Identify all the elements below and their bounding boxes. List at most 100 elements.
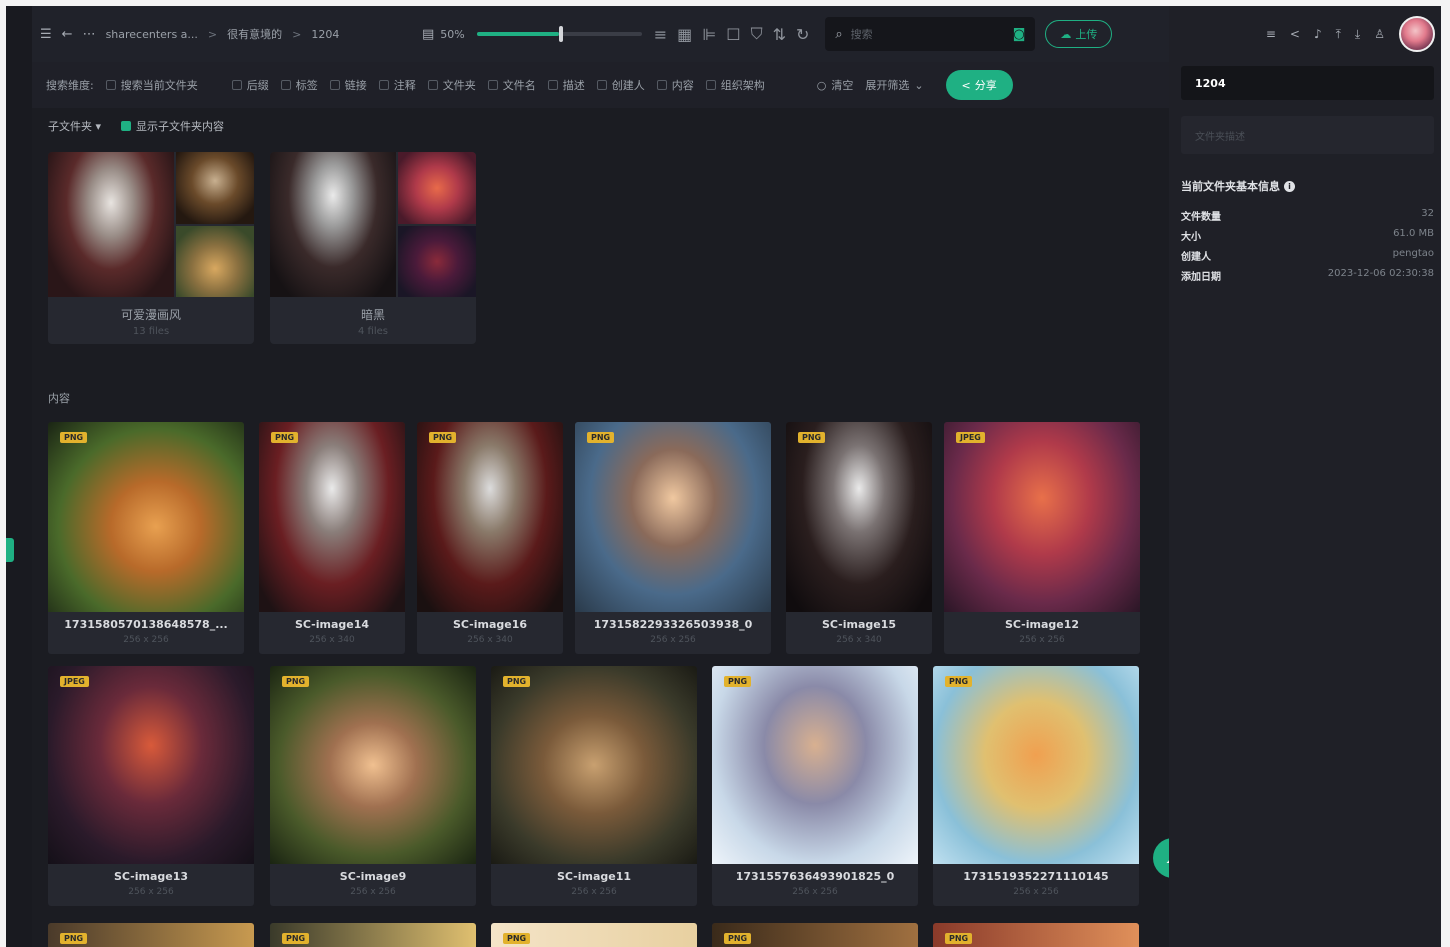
folder-description-field[interactable]: 文件夹描述 xyxy=(1181,116,1434,154)
image-card[interactable]: PNG SC-image16 256 x 340 xyxy=(417,422,563,654)
image-thumbnail[interactable] xyxy=(48,422,244,612)
checkbox[interactable] xyxy=(705,80,716,90)
chevron-down-icon: ⌄ xyxy=(914,78,924,92)
filter-option[interactable]: 注释 xyxy=(378,77,416,93)
image-card[interactable]: PNG xyxy=(712,923,918,947)
filter-icon[interactable]: ⛉ xyxy=(751,24,763,44)
filter-option[interactable]: 组织架构 xyxy=(705,77,765,93)
filter-option[interactable]: 后缀 xyxy=(231,77,269,93)
filter-option[interactable]: 文件名 xyxy=(487,77,536,93)
checkbox[interactable] xyxy=(280,80,291,90)
share-icon: < xyxy=(961,78,971,92)
image-card[interactable]: PNG 1731582293326503938_0 256 x 256 xyxy=(575,422,771,654)
breadcrumb-root[interactable]: sharecenters a... xyxy=(106,28,198,41)
avatar[interactable] xyxy=(1399,16,1435,52)
file-type-badge: JPEG xyxy=(60,676,89,687)
checkbox[interactable] xyxy=(378,80,389,90)
image-card[interactable]: PNG SC-image9 256 x 256 xyxy=(270,666,476,906)
bell-icon[interactable]: ♪ xyxy=(1314,27,1322,41)
camera-icon[interactable]: ◙ xyxy=(1013,27,1026,42)
checkbox[interactable] xyxy=(329,80,340,90)
image-dimensions: 256 x 256 xyxy=(123,635,169,645)
image-card[interactable]: PNG SC-image15 256 x 340 xyxy=(786,422,932,654)
image-card[interactable]: PNG 1731580570138648578_... 256 x 256 xyxy=(48,422,244,654)
folder-card[interactable]: 可爱漫画风 13 files xyxy=(48,152,254,344)
image-thumbnail[interactable] xyxy=(259,422,405,612)
checkbox[interactable] xyxy=(656,80,667,90)
filter-option-label: 注释 xyxy=(393,79,416,92)
refresh-icon[interactable]: ↻ xyxy=(796,24,809,44)
upload-icon[interactable]: ⤒ xyxy=(1336,27,1341,42)
image-card[interactable]: PNG SC-image11 256 x 256 xyxy=(491,666,697,906)
filter-option[interactable]: 内容 xyxy=(656,77,694,93)
checkbox[interactable] xyxy=(231,80,242,90)
folder-thumbnail xyxy=(176,152,254,224)
sort-icon[interactable]: ⇅ xyxy=(773,24,786,44)
clear-icon: ○ xyxy=(816,78,827,92)
image-card[interactable]: PNG xyxy=(48,923,254,947)
back-arrow-icon[interactable]: ← xyxy=(62,27,73,42)
image-thumbnail[interactable] xyxy=(712,666,918,864)
image-thumbnail[interactable] xyxy=(491,666,697,864)
filter-current-folder[interactable]: 搜索当前文件夹 xyxy=(105,77,198,93)
image-card[interactable]: PNG xyxy=(270,923,476,947)
checkbox[interactable] xyxy=(487,80,498,90)
image-card[interactable]: PNG SC-image14 256 x 340 xyxy=(259,422,405,654)
breadcrumb-current: 1204 xyxy=(311,27,340,41)
image-name: SC-image9 xyxy=(339,870,407,883)
checkbox[interactable] xyxy=(596,80,607,90)
checkbox[interactable] xyxy=(121,121,132,131)
image-card[interactable]: JPEG SC-image13 256 x 256 xyxy=(48,666,254,906)
clear-filters-button[interactable]: ○ 清空 xyxy=(817,77,854,93)
grid-view-icon[interactable]: ▦ xyxy=(677,24,692,44)
filter-option-label: 文件名 xyxy=(502,79,536,92)
zoom-slider[interactable] xyxy=(476,26,642,42)
show-subfolder-content-toggle[interactable]: 显示子文件夹内容 xyxy=(121,118,224,134)
image-thumbnail[interactable] xyxy=(944,422,1140,612)
align-icon[interactable]: ⊫ xyxy=(702,24,716,44)
checkbox[interactable] xyxy=(105,80,116,90)
upload-button[interactable]: ☁ 上传 xyxy=(1045,20,1113,48)
image-thumbnail[interactable] xyxy=(575,422,771,612)
image-thumbnail[interactable] xyxy=(417,422,563,612)
image-card[interactable]: PNG xyxy=(933,923,1139,947)
image-thumbnail[interactable] xyxy=(786,422,932,612)
filter-option[interactable]: 文件夹 xyxy=(427,77,476,93)
share-icon[interactable]: < xyxy=(1290,27,1300,41)
download-icon[interactable]: ⤓ xyxy=(1355,27,1360,42)
save-icon[interactable]: ▤ xyxy=(422,27,434,42)
image-card[interactable]: PNG 1731557636493901825_0 256 x 256 xyxy=(712,666,918,906)
list-icon[interactable]: ≡ xyxy=(1266,27,1276,41)
more-icon[interactable]: ⋯ xyxy=(83,27,96,42)
filter-option-label: 组织架构 xyxy=(720,79,765,92)
rail-active-marker[interactable] xyxy=(6,538,14,562)
image-thumbnail[interactable] xyxy=(933,666,1139,864)
filter-option[interactable]: 描述 xyxy=(547,77,585,93)
filter-option[interactable]: 创建人 xyxy=(596,77,645,93)
zoom-slider-thumb[interactable] xyxy=(559,26,564,42)
image-card[interactable]: PNG xyxy=(491,923,697,947)
image-thumbnail[interactable] xyxy=(48,666,254,864)
subfolder-dropdown[interactable]: 子文件夹 ▾ xyxy=(48,118,101,134)
filter-option[interactable]: 链接 xyxy=(329,77,367,93)
search-box[interactable]: ⌕ ◙ xyxy=(825,17,1036,51)
expand-filters-button[interactable]: 展开筛选 ⌄ xyxy=(865,77,923,93)
image-thumbnail[interactable] xyxy=(270,666,476,864)
info-key: 大小 xyxy=(1181,232,1201,243)
sidebar-toggle-icon[interactable]: ☰ xyxy=(40,27,52,42)
info-icon[interactable]: i xyxy=(1284,180,1295,192)
filter-option[interactable]: 标签 xyxy=(280,77,318,93)
expand-filters-label: 展开筛选 xyxy=(865,79,910,92)
share-button[interactable]: < 分享 xyxy=(945,70,1013,100)
checkbox[interactable] xyxy=(547,80,558,90)
checkbox[interactable] xyxy=(427,80,438,90)
folder-card[interactable]: 暗黑 4 files xyxy=(270,152,476,344)
select-box-icon[interactable]: ☐ xyxy=(726,24,740,44)
search-input[interactable] xyxy=(850,27,1005,41)
image-card[interactable]: JPEG SC-image12 256 x 256 xyxy=(944,422,1140,654)
image-card[interactable]: PNG 1731519352271110145 256 x 256 xyxy=(933,666,1139,906)
list-view-icon[interactable]: ≡ xyxy=(654,24,667,44)
user-icon[interactable]: ♙ xyxy=(1374,27,1385,41)
breadcrumb-parent[interactable]: 很有意境的 xyxy=(227,26,282,42)
folder-name-field[interactable]: 1204 xyxy=(1181,66,1434,100)
